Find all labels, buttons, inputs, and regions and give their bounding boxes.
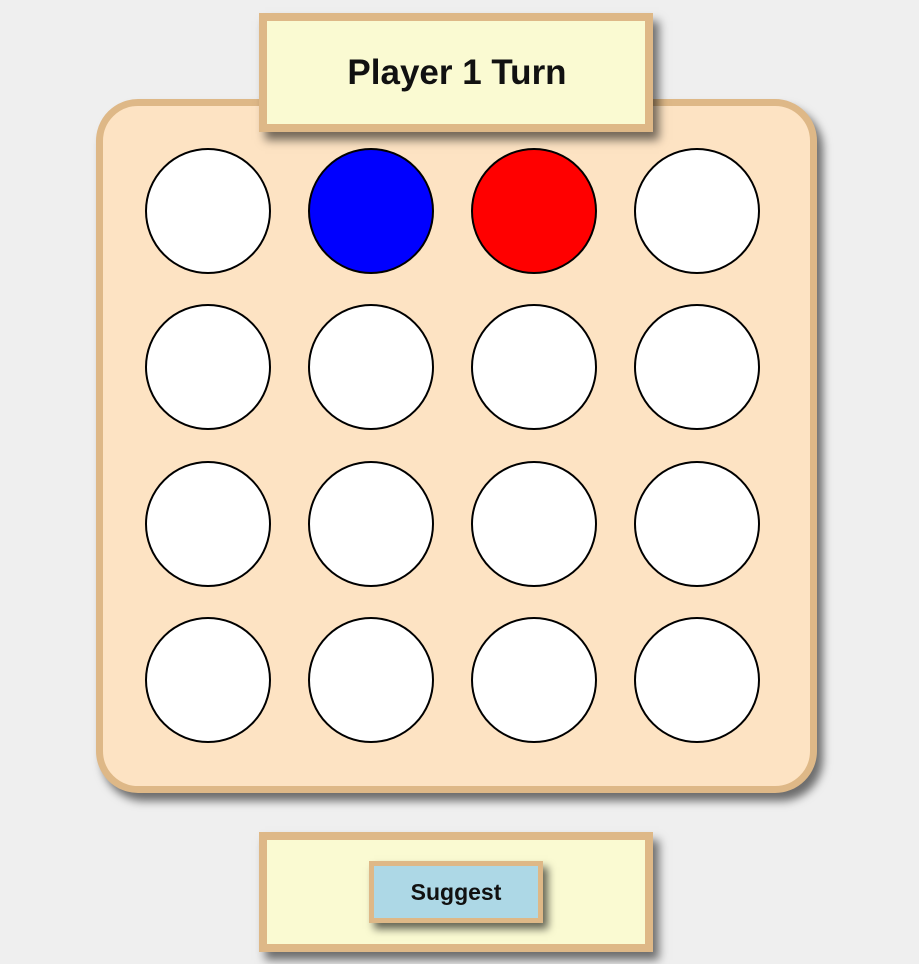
board-cell-r4-c2[interactable] [308,617,434,743]
board-cell-r2-c1[interactable] [145,304,271,430]
turn-indicator-panel: Player 1 Turn [259,13,653,132]
board-cell-r3-c1[interactable] [145,461,271,587]
board-cell-r1-c4[interactable] [634,148,760,274]
board-cell-r1-c3[interactable] [471,148,597,274]
suggest-button[interactable]: Suggest [369,861,543,923]
board-cell-r2-c4[interactable] [634,304,760,430]
board-cell-r4-c1[interactable] [145,617,271,743]
board-cell-r3-c2[interactable] [308,461,434,587]
board-cell-r2-c2[interactable] [308,304,434,430]
board-cell-r3-c4[interactable] [634,461,760,587]
board-cell-r4-c4[interactable] [634,617,760,743]
board-cell-r2-c3[interactable] [471,304,597,430]
board-cell-r3-c3[interactable] [471,461,597,587]
board-cell-r1-c1[interactable] [145,148,271,274]
turn-indicator-label: Player 1 Turn [347,52,567,92]
board-cell-r4-c3[interactable] [471,617,597,743]
board-cell-r1-c2[interactable] [308,148,434,274]
